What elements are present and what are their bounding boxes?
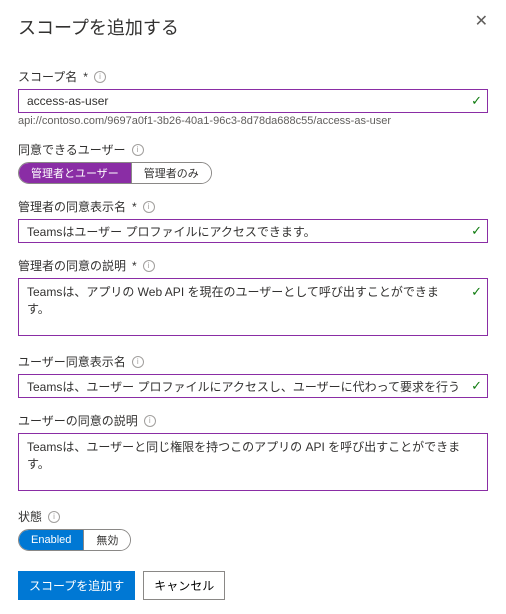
consent-admins-and-users[interactable]: 管理者とユーザー [19, 163, 131, 183]
admin-desc-label: 管理者の同意の説明 [18, 257, 126, 274]
check-icon: ✓ [471, 378, 482, 394]
check-icon: ✓ [471, 93, 482, 109]
cancel-button[interactable]: キャンセル [143, 571, 225, 600]
user-desc-label: ユーザーの同意の説明 [18, 412, 138, 429]
consent-users-label: 同意できるユーザー [18, 141, 126, 158]
consent-admins-only[interactable]: 管理者のみ [131, 163, 211, 183]
consent-users-toggle[interactable]: 管理者とユーザー 管理者のみ [18, 162, 212, 184]
user-display-label: ユーザー同意表示名 [18, 353, 126, 370]
panel-title: スコープを追加する [18, 14, 179, 40]
check-icon: ✓ [471, 223, 482, 239]
add-scope-button[interactable]: スコープを追加す [18, 571, 135, 600]
close-icon[interactable]: ✕ [475, 14, 488, 30]
scope-uri-hint: api://contoso.com/9697a0f1-3b26-40a1-96c… [18, 115, 488, 127]
state-toggle[interactable]: Enabled 無効 [18, 529, 131, 551]
info-icon[interactable]: i [144, 415, 156, 427]
info-icon[interactable]: i [132, 144, 144, 156]
state-enabled[interactable]: Enabled [19, 530, 83, 550]
info-icon[interactable]: i [143, 260, 155, 272]
info-icon[interactable]: i [48, 511, 60, 523]
scope-name-label: スコープ名 [18, 68, 77, 85]
state-label: 状態 [18, 508, 42, 525]
info-icon[interactable]: i [132, 356, 144, 368]
state-disabled[interactable]: 無効 [83, 530, 130, 550]
admin-display-input[interactable] [18, 219, 488, 243]
check-icon: ✓ [471, 284, 482, 300]
user-display-input[interactable] [18, 374, 488, 398]
scope-name-input[interactable] [18, 89, 488, 113]
info-icon[interactable]: i [143, 201, 155, 213]
admin-display-label: 管理者の同意表示名 [18, 198, 126, 215]
user-desc-textarea[interactable] [18, 433, 488, 491]
info-icon[interactable]: i [94, 71, 106, 83]
admin-desc-textarea[interactable] [18, 278, 488, 336]
